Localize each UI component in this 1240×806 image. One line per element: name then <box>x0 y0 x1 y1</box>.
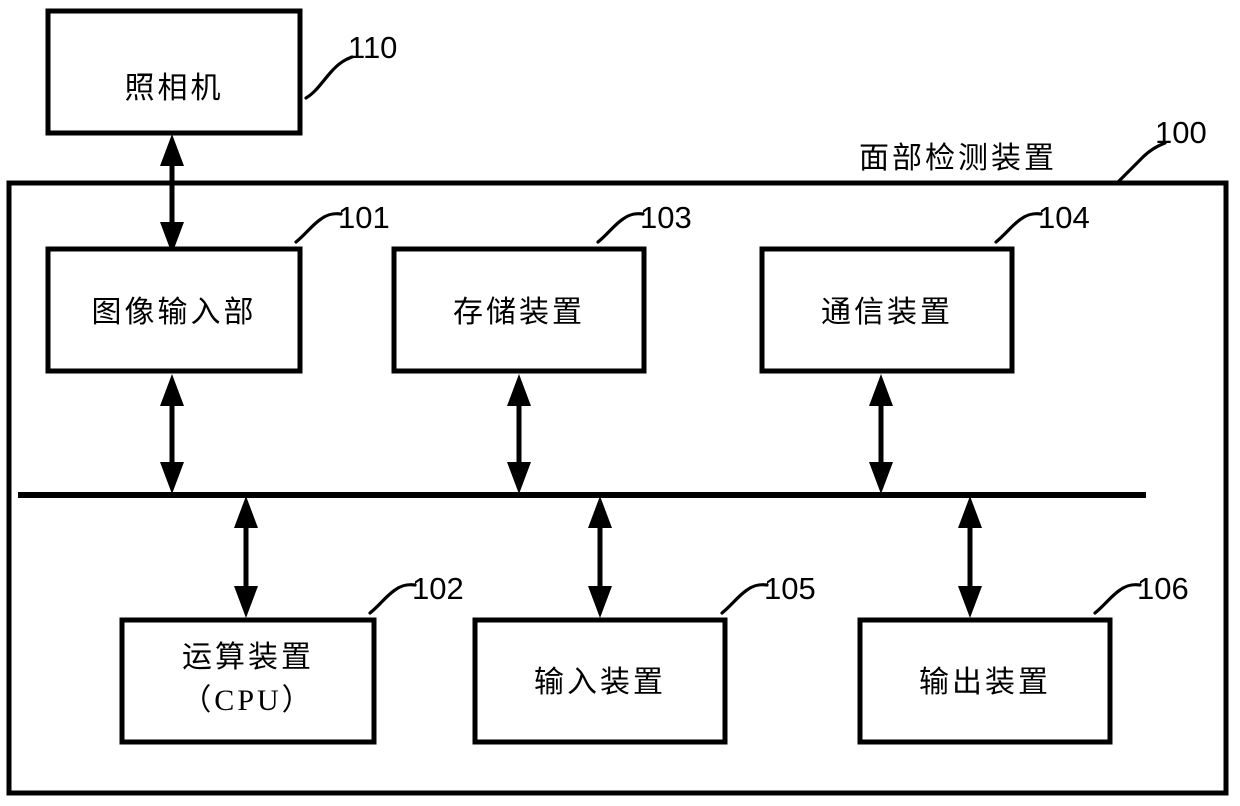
leader-line-104 <box>994 212 1043 244</box>
arrow-image-input-to-bus <box>160 374 184 494</box>
image-input-unit-label: 图像输入部 <box>92 296 257 329</box>
leader-line-101 <box>294 212 343 244</box>
ref-number-102: 102 <box>412 571 464 606</box>
arrow-camera-to-image-input <box>160 134 184 254</box>
arithmetic-unit-label-line2: （CPU） <box>181 684 314 717</box>
leader-line-105 <box>720 583 769 615</box>
arrow-storage-to-bus <box>507 374 531 494</box>
camera-label: 照相机 <box>125 72 224 105</box>
container-title: 面部检测装置 <box>859 142 1057 175</box>
ref-number-105: 105 <box>764 571 816 606</box>
ref-number-101: 101 <box>338 200 390 235</box>
arithmetic-unit-label-line1: 运算装置 <box>182 641 314 674</box>
figure-canvas: 面部检测装置 100 照相机 110 图像输入部 101 存储装置 103 通信… <box>0 0 1240 806</box>
leader-line-106 <box>1093 583 1142 615</box>
communication-device-label: 通信装置 <box>821 296 953 329</box>
ref-number-104: 104 <box>1038 200 1090 235</box>
leader-line-103 <box>596 212 645 244</box>
leader-line-102 <box>368 583 417 615</box>
output-device-label: 输出装置 <box>919 666 1051 699</box>
storage-device-label: 存储装置 <box>453 296 585 329</box>
arrow-communication-to-bus <box>869 374 893 494</box>
ref-number-100: 100 <box>1155 115 1207 150</box>
block-diagram: 面部检测装置 100 照相机 110 图像输入部 101 存储装置 103 通信… <box>6 8 1229 796</box>
arithmetic-unit-block <box>119 617 377 745</box>
ref-number-110: 110 <box>348 30 397 65</box>
leader-line-110 <box>304 55 354 100</box>
ref-number-106: 106 <box>1137 571 1189 606</box>
arrow-bus-to-input-device <box>588 496 612 618</box>
input-device-label: 输入装置 <box>534 666 666 699</box>
arrow-bus-to-cpu <box>234 496 258 618</box>
ref-number-103: 103 <box>640 200 692 235</box>
arrow-bus-to-output-device <box>958 496 982 618</box>
